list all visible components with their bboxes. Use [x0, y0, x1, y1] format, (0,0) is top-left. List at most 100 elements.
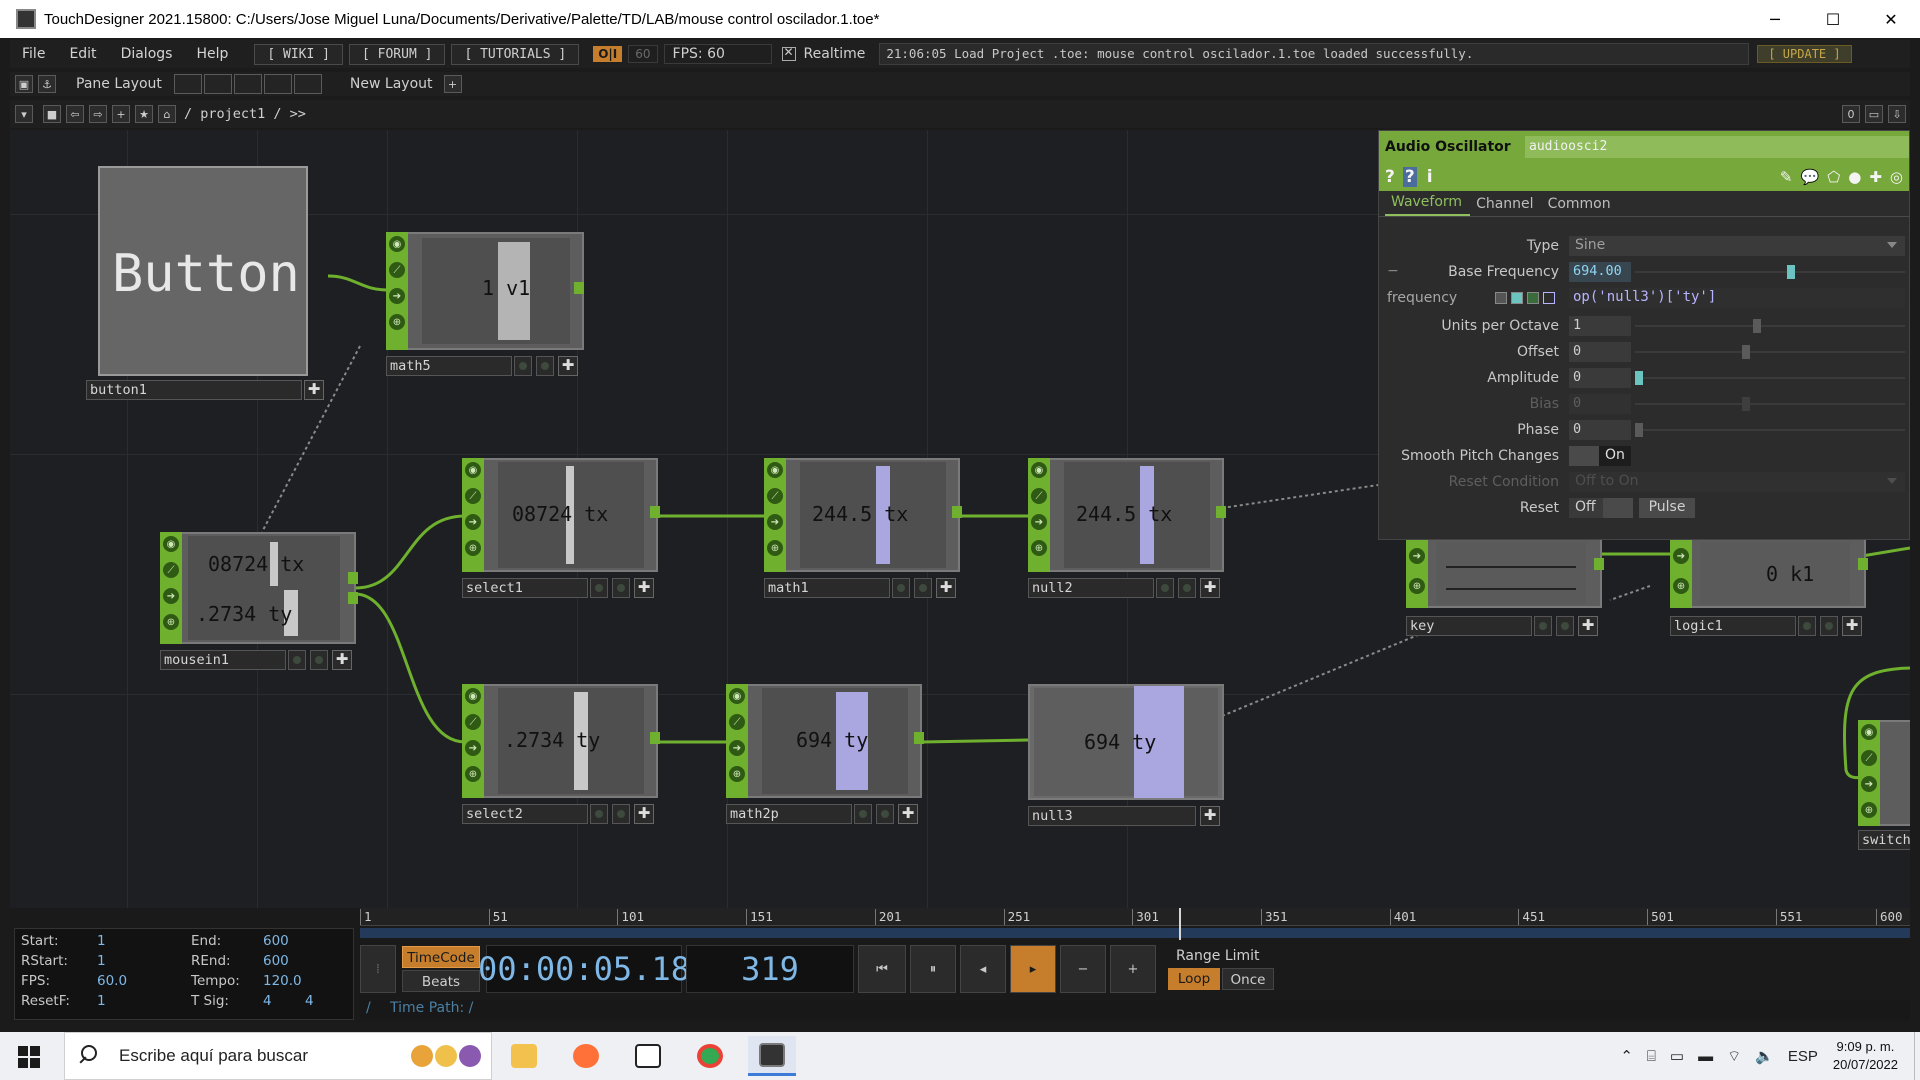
- update-button[interactable]: [ UPDATE ]: [1757, 45, 1852, 63]
- beats-button[interactable]: Beats: [402, 970, 480, 992]
- node-name[interactable]: math2p: [726, 804, 852, 824]
- menu-dialogs[interactable]: Dialogs: [109, 46, 185, 62]
- windows-start-icon[interactable]: [18, 1046, 40, 1068]
- menu-file[interactable]: File: [10, 46, 57, 62]
- bypass-icon[interactable]: ⟋: [1861, 750, 1877, 766]
- node-name[interactable]: key: [1406, 616, 1532, 636]
- reset-pulse-button[interactable]: Pulse: [1639, 498, 1695, 518]
- units-per-octave-handle[interactable]: [1752, 319, 1761, 333]
- add-param-icon[interactable]: ✚: [1869, 168, 1882, 186]
- phase-handle[interactable]: [1635, 423, 1643, 437]
- viewer-toggle-icon[interactable]: ◉: [729, 688, 745, 704]
- node-switch[interactable]: ◉ ⟋ ➔ ⊕ switch: [1858, 720, 1910, 850]
- layout-split-vertical-button[interactable]: [203, 74, 232, 94]
- node-math5[interactable]: ◉ ⟋ ➔ ⊕ 1 v1 math5 ✚: [386, 232, 586, 380]
- node-name[interactable]: null3: [1028, 806, 1196, 826]
- reset-toggle-track[interactable]: [1603, 498, 1633, 518]
- close-button[interactable]: ✕: [1862, 0, 1920, 38]
- smooth-pitch-toggle[interactable]: On: [1599, 446, 1631, 466]
- arrow-icon[interactable]: ➔: [1861, 776, 1877, 792]
- start-value[interactable]: 1: [97, 933, 106, 949]
- bookmark-star-icon[interactable]: ★: [135, 105, 153, 123]
- node-name[interactable]: switch: [1858, 830, 1910, 850]
- tab-channel[interactable]: Channel: [1470, 196, 1541, 216]
- forward-arrow-icon[interactable]: ⇨: [89, 105, 107, 123]
- bypass-icon[interactable]: ⟋: [767, 488, 783, 504]
- viewer-toggle-icon[interactable]: ◉: [465, 688, 481, 704]
- menu-help[interactable]: Help: [184, 46, 240, 62]
- info-icon[interactable]: i: [1427, 167, 1433, 187]
- node-null3[interactable]: 694 ty null3 ✚: [1028, 684, 1228, 832]
- target-icon[interactable]: ◎: [1890, 168, 1903, 186]
- node-logic1[interactable]: ➔ ⊕ 0 k1 logic1 ✚: [1670, 538, 1870, 646]
- arrow-icon[interactable]: ➔: [729, 740, 745, 756]
- bias-handle[interactable]: [1742, 397, 1751, 411]
- tutorials-button[interactable]: [ TUTORIALS ]: [451, 43, 580, 65]
- battery-icon[interactable]: ▬: [1698, 1048, 1713, 1065]
- reset-condition-dropdown[interactable]: Off to On: [1569, 472, 1905, 492]
- tsig-denominator[interactable]: 4: [305, 993, 314, 1009]
- chevron-up-icon[interactable]: ⌃: [1620, 1047, 1633, 1065]
- edit-pencil-icon[interactable]: ✎: [1780, 168, 1793, 186]
- export-mode-icon[interactable]: [1527, 292, 1539, 304]
- rstart-value[interactable]: 1: [97, 953, 106, 969]
- frame-display[interactable]: 319: [686, 945, 854, 993]
- lock-icon[interactable]: ⊕: [163, 614, 179, 630]
- bypass-icon[interactable]: ⟋: [163, 562, 179, 578]
- maximize-pane-icon[interactable]: ▭: [1865, 105, 1883, 123]
- pure-data-icon[interactable]: [624, 1036, 672, 1076]
- base-frequency-field[interactable]: 694.00: [1569, 262, 1631, 282]
- bypass-icon[interactable]: ⟋: [465, 714, 481, 730]
- realtime-checkbox[interactable]: [781, 45, 796, 61]
- home-icon[interactable]: ⌂: [158, 105, 176, 123]
- timecode-button[interactable]: TimeCode: [402, 946, 480, 968]
- node-name[interactable]: select1: [462, 578, 588, 598]
- search-highlight-icon[interactable]: [411, 1045, 481, 1067]
- node-plus-button[interactable]: ✚: [898, 804, 918, 824]
- timecode-display[interactable]: 00:00:05.18: [478, 945, 690, 993]
- layout-three-button[interactable]: [263, 74, 292, 94]
- taskbar-search-box[interactable]: Escribe aquí para buscar: [64, 1032, 492, 1080]
- node-key[interactable]: ➔ ⊕ key ✚: [1406, 538, 1606, 646]
- timeline-side-handle[interactable]: ⁞: [360, 945, 396, 993]
- lock-icon[interactable]: ⊕: [729, 766, 745, 782]
- node-plus-button[interactable]: ✚: [1578, 616, 1598, 636]
- phase-slider[interactable]: [1635, 429, 1905, 431]
- node-plus-button[interactable]: ✚: [634, 578, 654, 598]
- palette-icon[interactable]: ⚓: [38, 75, 56, 93]
- layout-split-horizontal-button[interactable]: [233, 74, 262, 94]
- lock-icon[interactable]: ⊕: [465, 766, 481, 782]
- monitor-icon[interactable]: ▭: [1670, 1047, 1684, 1065]
- help-icon[interactable]: ?: [1385, 167, 1395, 187]
- taskbar-clock[interactable]: 9:09 p. m. 20/07/2022: [1833, 1038, 1898, 1074]
- timeline-ruler[interactable]: 1 51 101 151 201 251 301 351 401 451 501 551 600: [360, 908, 1910, 926]
- viewer-toggle-icon[interactable]: ◉: [163, 536, 179, 552]
- power-toggle[interactable]: O|I: [593, 46, 623, 62]
- bias-field[interactable]: 0: [1569, 394, 1631, 414]
- camera-icon[interactable]: ⌸: [1647, 1048, 1656, 1065]
- lock-icon[interactable]: ⊕: [1031, 540, 1047, 556]
- type-dropdown[interactable]: Sine: [1569, 236, 1905, 256]
- node-name[interactable]: button1: [86, 380, 302, 400]
- tab-waveform[interactable]: Waveform: [1385, 194, 1471, 216]
- bind-mode-icon[interactable]: [1543, 292, 1555, 304]
- forum-button[interactable]: [ FORUM ]: [349, 43, 446, 65]
- node-plus-button[interactable]: ✚: [1842, 616, 1862, 636]
- arrow-icon[interactable]: ➔: [1031, 514, 1047, 530]
- network-path[interactable]: / project1 / >>: [184, 106, 306, 122]
- reset-toggle[interactable]: Off: [1569, 498, 1603, 518]
- node-name[interactable]: logic1: [1670, 616, 1796, 636]
- offset-handle[interactable]: [1742, 345, 1751, 359]
- units-per-octave-field[interactable]: 1: [1569, 316, 1631, 336]
- amplitude-slider[interactable]: [1635, 377, 1905, 379]
- show-desktop-button[interactable]: [1914, 1032, 1920, 1080]
- chevron-down-icon[interactable]: ▾: [15, 105, 33, 123]
- wiki-button[interactable]: [ WIKI ]: [254, 43, 343, 65]
- viewer-toggle-icon[interactable]: ◉: [767, 462, 783, 478]
- node-name[interactable]: null2: [1028, 578, 1154, 598]
- python-help-icon[interactable]: ?: [1402, 167, 1417, 187]
- firefox-icon[interactable]: [562, 1036, 610, 1076]
- viewer-toggle-icon[interactable]: ◉: [1861, 724, 1877, 740]
- node-math1[interactable]: ◉ ⟋ ➔ ⊕ 244.5 tx math1 ✚: [764, 458, 964, 606]
- maximize-button[interactable]: ☐: [1804, 0, 1862, 38]
